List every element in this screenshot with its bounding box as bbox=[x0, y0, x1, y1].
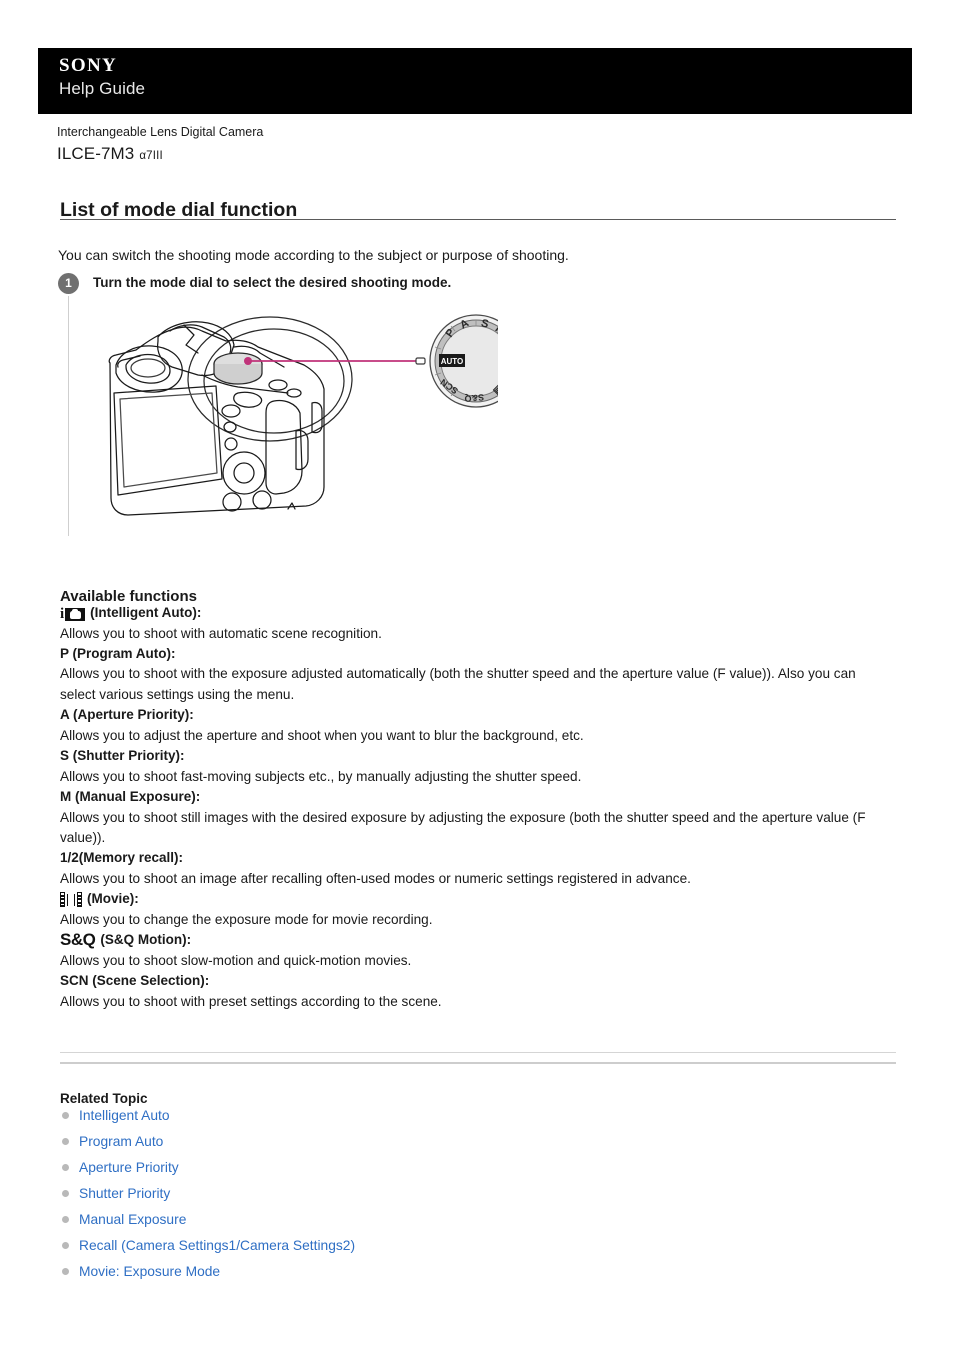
function-term-label: (Movie): bbox=[87, 891, 139, 907]
function-term-memory-recall: 1/2(Memory recall): bbox=[60, 850, 184, 866]
svg-text:AUTO: AUTO bbox=[441, 357, 464, 366]
help-guide-page: SONY Help Guide Interchangeable Lens Dig… bbox=[0, 0, 954, 1351]
function-term-aperture-priority: A (Aperture Priority): bbox=[60, 707, 194, 723]
product-model-alias: α7III bbox=[139, 150, 163, 162]
bullet-icon bbox=[62, 1137, 69, 1145]
related-topic-list: Intelligent Auto Program Auto Aperture P… bbox=[62, 1102, 355, 1284]
sony-logo: SONY bbox=[59, 55, 117, 76]
title-divider bbox=[60, 219, 896, 220]
function-term-scene-selection: SCN (Scene Selection): bbox=[60, 973, 210, 989]
function-desc-program-auto: Allows you to shoot with the exposure ad… bbox=[60, 666, 856, 702]
list-item[interactable]: Shutter Priority bbox=[62, 1180, 355, 1206]
related-link-shutter-priority[interactable]: Shutter Priority bbox=[79, 1186, 170, 1201]
bullet-icon bbox=[62, 1267, 69, 1275]
list-item[interactable]: Manual Exposure bbox=[62, 1206, 355, 1232]
bullet-icon bbox=[62, 1111, 69, 1119]
section-divider-lower bbox=[60, 1062, 896, 1064]
function-term-label: (Intelligent Auto): bbox=[90, 605, 202, 620]
help-guide-title: Help Guide bbox=[59, 79, 146, 98]
enlarged-mode-dial: AUTO P A S M 1 2 ▤ S&Q SCN bbox=[415, 314, 548, 408]
list-item[interactable]: Program Auto bbox=[62, 1128, 355, 1154]
page-lead-text: You can switch the shooting mode accordi… bbox=[58, 247, 569, 263]
list-item[interactable]: Intelligent Auto bbox=[62, 1102, 355, 1128]
related-link-movie-exposure-mode[interactable]: Movie: Exposure Mode bbox=[79, 1264, 220, 1279]
related-link-aperture-priority[interactable]: Aperture Priority bbox=[79, 1160, 179, 1175]
list-item[interactable]: Recall (Camera Settings1/Camera Settings… bbox=[62, 1232, 355, 1258]
bullet-icon bbox=[62, 1215, 69, 1223]
movie-icon bbox=[60, 892, 82, 907]
function-term-shutter-priority: S (Shutter Priority): bbox=[60, 748, 185, 764]
step-rail bbox=[68, 296, 69, 536]
bullet-icon bbox=[62, 1189, 69, 1197]
site-header: SONY Help Guide bbox=[38, 48, 912, 114]
section-divider-upper bbox=[60, 1052, 896, 1053]
function-term-movie: (Movie): bbox=[60, 889, 900, 910]
function-term-program-auto: P (Program Auto): bbox=[60, 645, 176, 661]
product-category: Interchangeable Lens Digital Camera bbox=[57, 125, 264, 139]
svg-text:S&Q: S&Q bbox=[464, 392, 484, 404]
function-desc-sq-motion: Allows you to shoot slow-motion and quic… bbox=[60, 952, 412, 968]
function-desc-movie: Allows you to change the exposure mode f… bbox=[60, 911, 433, 927]
function-desc-intelligent-auto: Allows you to shoot with automatic scene… bbox=[60, 625, 382, 641]
product-model-number: ILCE-7M3 bbox=[57, 144, 135, 163]
step-instruction: Turn the mode dial to select the desired… bbox=[93, 275, 452, 290]
related-link-intelligent-auto[interactable]: Intelligent Auto bbox=[79, 1108, 170, 1123]
function-desc-shutter-priority: Allows you to shoot fast-moving subjects… bbox=[60, 768, 582, 784]
camera-mode-dial-illustration: AUTO P A S M 1 2 ▤ S&Q SCN bbox=[98, 301, 548, 531]
list-item[interactable]: Movie: Exposure Mode bbox=[62, 1258, 355, 1284]
intelligent-auto-icon: i bbox=[60, 606, 86, 621]
list-item[interactable]: Aperture Priority bbox=[62, 1154, 355, 1180]
function-term-manual-exposure: M (Manual Exposure): bbox=[60, 789, 201, 805]
related-link-recall-camera-settings[interactable]: Recall (Camera Settings1/Camera Settings… bbox=[79, 1238, 355, 1253]
function-desc-memory-recall: Allows you to shoot an image after recal… bbox=[60, 870, 691, 886]
function-desc-aperture-priority: Allows you to adjust the aperture and sh… bbox=[60, 727, 584, 743]
function-term-label: (S&Q Motion): bbox=[100, 932, 192, 948]
related-link-program-auto[interactable]: Program Auto bbox=[79, 1134, 163, 1149]
camera-illustration-svg: AUTO P A S M 1 2 ▤ S&Q SCN bbox=[108, 314, 548, 516]
bullet-icon bbox=[62, 1241, 69, 1249]
function-desc-scene-selection: Allows you to shoot with preset settings… bbox=[60, 993, 442, 1009]
function-term-sq-motion: S&Q (S&Q Motion): bbox=[60, 930, 900, 951]
related-link-manual-exposure[interactable]: Manual Exposure bbox=[79, 1212, 186, 1227]
available-functions-list: i (Intelligent Auto): Allows you to shoo… bbox=[60, 603, 900, 1012]
sq-motion-icon: S&Q bbox=[60, 930, 96, 950]
bullet-icon bbox=[62, 1163, 69, 1171]
function-term-intelligent-auto: i (Intelligent Auto): bbox=[60, 603, 900, 624]
function-desc-manual-exposure: Allows you to shoot still images with th… bbox=[60, 809, 866, 845]
product-model: ILCE-7M3 α7III bbox=[57, 144, 163, 164]
step-number-badge: 1 bbox=[58, 273, 79, 294]
